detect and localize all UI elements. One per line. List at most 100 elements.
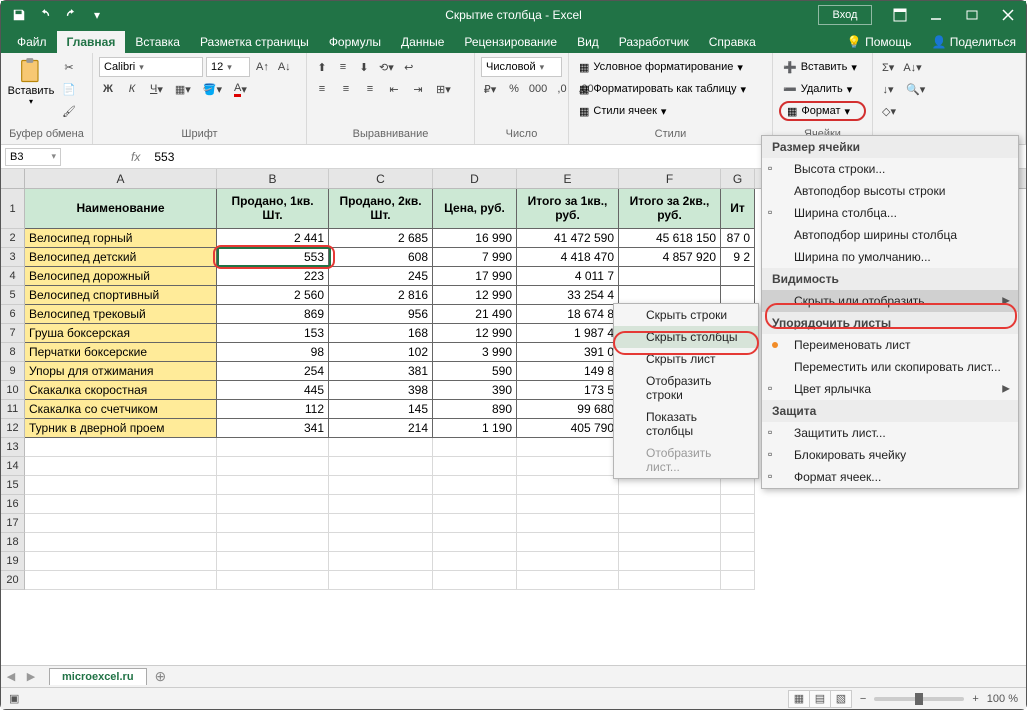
minimize-icon[interactable] bbox=[918, 1, 954, 29]
row-header[interactable]: 5 bbox=[1, 286, 25, 305]
menu-item[interactable]: ▫Высота строки... bbox=[762, 158, 1018, 180]
cell[interactable]: 398 bbox=[329, 381, 433, 400]
font-size-combo[interactable]: 12▾ bbox=[206, 57, 250, 77]
cell[interactable] bbox=[619, 495, 721, 514]
menu-item[interactable]: Автоподбор ширины столбца bbox=[762, 224, 1018, 246]
zoom-slider[interactable] bbox=[874, 697, 964, 701]
cell[interactable] bbox=[517, 495, 619, 514]
cell[interactable]: 145 bbox=[329, 400, 433, 419]
cell[interactable] bbox=[25, 533, 217, 552]
cell[interactable]: Велосипед детский bbox=[25, 248, 217, 267]
sort-filter-icon[interactable]: A↓▾ bbox=[900, 57, 924, 77]
cell[interactable]: 99 680 bbox=[517, 400, 619, 419]
cell[interactable]: Скакалка со счетчиком bbox=[25, 400, 217, 419]
cell[interactable] bbox=[517, 457, 619, 476]
cell[interactable]: 45 618 150 bbox=[619, 229, 721, 248]
table-header[interactable]: Продано, 1кв. Шт. bbox=[217, 189, 329, 229]
indent-dec-icon[interactable]: ⇤ bbox=[385, 79, 403, 99]
row-header[interactable]: 20 bbox=[1, 571, 25, 590]
tab-data[interactable]: Данные bbox=[391, 31, 454, 53]
normal-view-icon[interactable]: ▦ bbox=[788, 690, 810, 708]
tab-file[interactable]: Файл bbox=[7, 31, 57, 53]
cell[interactable] bbox=[517, 571, 619, 590]
cell[interactable]: 12 990 bbox=[433, 324, 517, 343]
row-header[interactable]: 8 bbox=[1, 343, 25, 362]
cell[interactable]: Велосипед трековый bbox=[25, 305, 217, 324]
cell[interactable] bbox=[217, 495, 329, 514]
table-header[interactable]: Ит bbox=[721, 189, 755, 229]
row-header[interactable]: 15 bbox=[1, 476, 25, 495]
menu-item[interactable]: Переименовать лист bbox=[762, 334, 1018, 356]
cell-styles-button[interactable]: ▦ Стили ячеек▾ bbox=[575, 101, 766, 121]
cell[interactable]: 381 bbox=[329, 362, 433, 381]
row-header[interactable]: 9 bbox=[1, 362, 25, 381]
cell[interactable]: 21 490 bbox=[433, 305, 517, 324]
borders-icon[interactable]: ▦▾ bbox=[172, 79, 194, 99]
menu-hide-sheet[interactable]: Скрыть лист bbox=[614, 348, 758, 370]
cell[interactable]: 390 bbox=[433, 381, 517, 400]
menu-item[interactable]: ▫Цвет ярлычка▶ bbox=[762, 378, 1018, 400]
cell[interactable] bbox=[433, 457, 517, 476]
cell[interactable] bbox=[329, 533, 433, 552]
cell[interactable] bbox=[619, 552, 721, 571]
sheet-prev-icon[interactable]: ◀ bbox=[1, 670, 21, 683]
conditional-format-button[interactable]: ▦ Условное форматирование▾ bbox=[575, 57, 766, 77]
cell[interactable] bbox=[329, 552, 433, 571]
cell[interactable] bbox=[329, 438, 433, 457]
cell[interactable] bbox=[619, 533, 721, 552]
format-painter-icon[interactable]: 🖌 bbox=[59, 101, 79, 121]
page-break-view-icon[interactable]: ▧ bbox=[830, 690, 852, 708]
menu-show-cols[interactable]: Показать столбцы bbox=[614, 406, 758, 442]
cell[interactable] bbox=[517, 476, 619, 495]
currency-icon[interactable]: ₽▾ bbox=[481, 79, 499, 99]
cell[interactable] bbox=[217, 571, 329, 590]
font-name-combo[interactable]: Calibri▾ bbox=[99, 57, 203, 77]
cell[interactable]: 445 bbox=[217, 381, 329, 400]
cell[interactable]: 1 190 bbox=[433, 419, 517, 438]
cell[interactable]: 153 bbox=[217, 324, 329, 343]
select-all[interactable] bbox=[1, 169, 25, 188]
fill-color-icon[interactable]: 🪣▾ bbox=[200, 79, 225, 99]
record-macro-icon[interactable]: ▣ bbox=[9, 692, 19, 705]
shrink-font-icon[interactable]: A↓ bbox=[275, 57, 294, 77]
cell[interactable] bbox=[217, 533, 329, 552]
align-middle-icon[interactable]: ≡ bbox=[334, 57, 352, 77]
cell[interactable] bbox=[433, 552, 517, 571]
row-header[interactable]: 19 bbox=[1, 552, 25, 571]
cell[interactable] bbox=[433, 571, 517, 590]
row-header[interactable]: 3 bbox=[1, 248, 25, 267]
wrap-text-icon[interactable]: ↩ bbox=[400, 57, 418, 77]
row-header[interactable]: 16 bbox=[1, 495, 25, 514]
cell[interactable]: 17 990 bbox=[433, 267, 517, 286]
cell[interactable] bbox=[517, 514, 619, 533]
sheet-tab[interactable]: microexcel.ru bbox=[49, 668, 147, 685]
zoom-in-icon[interactable]: + bbox=[972, 693, 978, 705]
table-header[interactable]: Цена, руб. bbox=[433, 189, 517, 229]
align-top-icon[interactable]: ⬆ bbox=[313, 57, 331, 77]
menu-hide-cols[interactable]: Скрыть столбцы bbox=[614, 326, 758, 348]
underline-icon[interactable]: Ч▾ bbox=[147, 79, 166, 99]
grow-font-icon[interactable]: A↑ bbox=[253, 57, 272, 77]
sheet-next-icon[interactable]: ▶ bbox=[21, 670, 41, 683]
row-header[interactable]: 4 bbox=[1, 267, 25, 286]
cell[interactable]: 173 5 bbox=[517, 381, 619, 400]
col-header-C[interactable]: C bbox=[329, 169, 433, 188]
cell[interactable] bbox=[329, 514, 433, 533]
col-header-A[interactable]: A bbox=[25, 169, 217, 188]
cell[interactable]: 391 0 bbox=[517, 343, 619, 362]
row-header[interactable]: 11 bbox=[1, 400, 25, 419]
menu-item[interactable]: ▫Формат ячеек... bbox=[762, 466, 1018, 488]
cell[interactable]: Велосипед горный bbox=[25, 229, 217, 248]
cell[interactable]: 2 685 bbox=[329, 229, 433, 248]
cell[interactable]: 405 790 bbox=[517, 419, 619, 438]
col-header-F[interactable]: F bbox=[619, 169, 721, 188]
cell[interactable]: 4 011 7 bbox=[517, 267, 619, 286]
cell[interactable]: 590 bbox=[433, 362, 517, 381]
cell[interactable] bbox=[25, 457, 217, 476]
table-header[interactable]: Итого за 1кв., руб. bbox=[517, 189, 619, 229]
cell[interactable]: 869 bbox=[217, 305, 329, 324]
zoom-level[interactable]: 100 % bbox=[987, 693, 1018, 705]
cell[interactable] bbox=[25, 476, 217, 495]
tell-me[interactable]: 💡 Помощь bbox=[837, 31, 922, 53]
cell[interactable]: 608 bbox=[329, 248, 433, 267]
